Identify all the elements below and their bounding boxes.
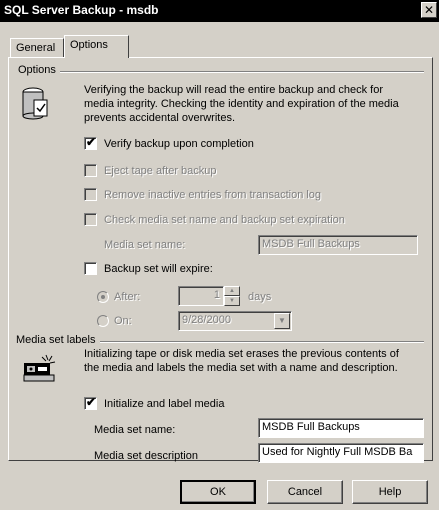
expire-label: Backup set will expire:	[104, 263, 213, 275]
options-description-line: media integrity. Checking the identity a…	[84, 98, 399, 110]
media-labels-divider	[94, 341, 424, 343]
media-labels-description-line: the media and labels the media set with …	[84, 362, 398, 374]
options-description: Verifying the backup will read the entir…	[84, 83, 429, 125]
options-description-line: prevents accidental overwrites.	[84, 112, 236, 124]
verify-label: Verify backup upon completion	[104, 138, 254, 150]
radio-dot	[101, 295, 105, 299]
database-check-icon	[22, 86, 50, 123]
check-media-label: Check media set name and backup set expi…	[104, 214, 345, 226]
tab-options[interactable]: Options	[64, 35, 129, 58]
close-icon: ✕	[423, 3, 435, 17]
spin-up-icon[interactable]: ▲	[224, 286, 240, 296]
expire-checkbox[interactable]	[84, 262, 97, 275]
tab-general[interactable]: General	[10, 38, 64, 58]
after-radio[interactable]	[97, 291, 109, 303]
check-icon: ✔	[86, 395, 97, 409]
eject-checkbox[interactable]	[84, 164, 97, 177]
initialize-label: Initialize and label media	[104, 398, 225, 410]
media-set-name-label: Media set name:	[104, 239, 186, 251]
chevron-down-icon[interactable]: ▼	[274, 313, 290, 329]
media-description-label: Media set description	[94, 450, 198, 462]
media-labels-description-line: Initializing tape or disk media set eras…	[84, 348, 399, 360]
media-name-field[interactable]: MSDB Full Backups	[258, 418, 424, 438]
after-days-spinner[interactable]: ▲ ▼	[224, 286, 240, 306]
remove-inactive-label: Remove inactive entries from transaction…	[104, 189, 322, 201]
close-button[interactable]: ✕	[421, 2, 437, 18]
ok-button[interactable]: OK	[180, 480, 256, 504]
check-media-checkbox[interactable]	[84, 213, 97, 226]
help-button[interactable]: Help	[352, 480, 428, 504]
after-label: After:	[114, 291, 141, 303]
tab-general-label: General	[16, 42, 56, 54]
cancel-button[interactable]: Cancel	[267, 480, 343, 504]
window-title: SQL Server Backup - msdb	[4, 3, 159, 17]
after-days-field[interactable]: 1	[178, 286, 224, 306]
media-description-field[interactable]: Used for Nightly Full MSDB Ba	[258, 443, 424, 463]
initialize-checkbox[interactable]: ✔	[84, 395, 97, 410]
verify-checkbox[interactable]: ✔	[84, 135, 97, 150]
media-name-label: Media set name:	[94, 424, 176, 436]
on-label: On:	[114, 315, 132, 327]
remove-inactive-checkbox[interactable]	[84, 188, 97, 201]
options-divider	[56, 71, 424, 73]
title-bar: SQL Server Backup - msdb ✕	[0, 0, 439, 22]
on-radio[interactable]	[97, 315, 109, 327]
media-set-name-field[interactable]: MSDB Full Backups	[258, 235, 418, 255]
tape-media-icon	[22, 353, 58, 386]
media-labels-group-label: Media set labels	[16, 334, 100, 346]
options-group-label: Options	[18, 64, 60, 76]
spin-down-icon[interactable]: ▼	[224, 296, 240, 306]
check-icon: ✔	[86, 135, 97, 149]
eject-label: Eject tape after backup	[104, 165, 217, 177]
days-label: days	[248, 291, 272, 303]
media-labels-description: Initializing tape or disk media set eras…	[84, 347, 429, 375]
options-description-line: Verifying the backup will read the entir…	[84, 84, 384, 96]
tab-options-label: Options	[70, 39, 108, 51]
